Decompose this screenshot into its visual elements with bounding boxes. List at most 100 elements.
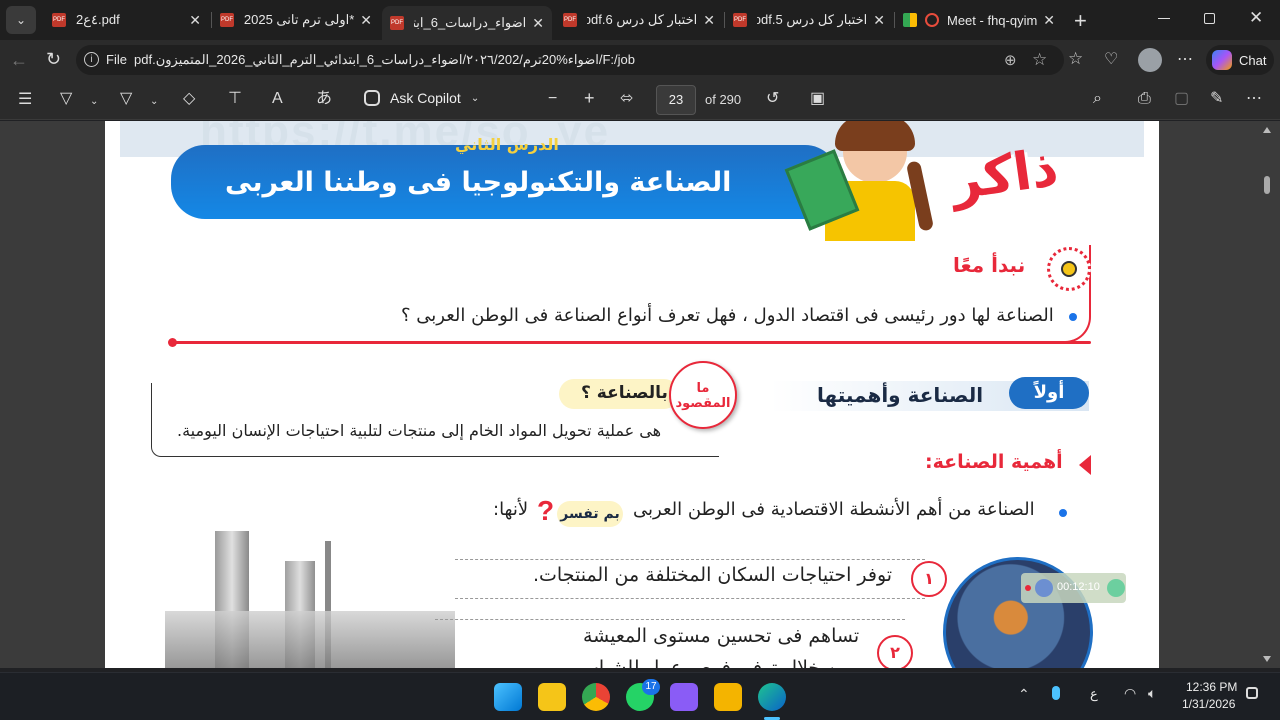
zoom-icon[interactable]: ⊕ bbox=[1004, 51, 1017, 69]
close-window-icon[interactable]: ✕ bbox=[1249, 8, 1263, 28]
divider-line bbox=[171, 341, 1091, 344]
edge-icon[interactable] bbox=[758, 683, 786, 711]
more-menu-icon[interactable]: ⋯ bbox=[1177, 49, 1193, 69]
close-tab-icon[interactable]: ✕ bbox=[703, 12, 715, 29]
favorite-star-icon[interactable]: ☆ bbox=[1032, 50, 1047, 70]
why-badge: بم تفسر bbox=[557, 501, 623, 527]
ask-copilot-button[interactable]: Ask Copilot ⌄ bbox=[364, 90, 479, 106]
meet-icon bbox=[903, 13, 917, 27]
tab-2[interactable]: PDF *اولى ترم تانى 2025.pdf ✕ bbox=[212, 4, 380, 36]
point-2-number: ٢ bbox=[877, 635, 913, 668]
contents-icon[interactable]: ☰ bbox=[18, 92, 32, 108]
pause-icon[interactable] bbox=[1035, 579, 1053, 597]
close-tab-icon[interactable]: ✕ bbox=[873, 12, 885, 29]
copilot-chat-button[interactable]: Chat bbox=[1206, 45, 1274, 75]
restore-icon[interactable] bbox=[1204, 13, 1215, 24]
save-icon[interactable]: ▢ bbox=[1174, 91, 1189, 107]
pdf-file-icon: PDF bbox=[563, 13, 577, 27]
close-tab-icon[interactable]: ✕ bbox=[1043, 12, 1055, 29]
pdf-toolbar: ☰ ▽ ⌄ ▽ ⌄ ◇ ⊤ A あ Ask Copilot ⌄ − + ⬄ 23… bbox=[0, 80, 1280, 120]
snipping-tool-icon[interactable] bbox=[670, 683, 698, 711]
address-toolbar: ← ↻ i File F:/job/اضواء%20ترم/٢٠٢٦/202/ا… bbox=[0, 40, 1280, 80]
recording-overlay[interactable]: 00:12:10 bbox=[1021, 573, 1126, 603]
eraser-icon[interactable]: ◇ bbox=[183, 91, 195, 107]
minimize-icon[interactable] bbox=[1158, 18, 1170, 19]
meaning-question: بالصناعة ؟ bbox=[581, 383, 668, 403]
tab-title: اضواء_دراسات_6_ابتدائ bbox=[414, 15, 527, 30]
page-number-input[interactable]: 23 bbox=[656, 85, 696, 115]
highlight-icon[interactable]: ▽ bbox=[60, 91, 72, 107]
tab-1[interactable]: PDF pdf.٤ع2 ✕ bbox=[44, 4, 209, 36]
chevron-down-icon[interactable]: ⌄ bbox=[90, 94, 98, 110]
file-scheme-label: File bbox=[106, 52, 127, 67]
chevron-down-icon[interactable]: ⌄ bbox=[150, 94, 158, 110]
intro-text: الصناعة لها دور رئيسى فى اقتصاد الدول ، … bbox=[401, 305, 1054, 326]
tab-6-meet[interactable]: Meet - fhq-qyim ✕ bbox=[895, 4, 1063, 36]
clock-time[interactable]: 12:36 PM bbox=[1186, 680, 1237, 694]
close-tab-icon[interactable]: ✕ bbox=[532, 15, 544, 32]
point-1-number: ١ bbox=[911, 561, 947, 597]
address-bar[interactable]: i File F:/job/اضواء%20ترم/٢٠٢٦/202/اضواء… bbox=[76, 45, 1064, 75]
scroll-up-icon[interactable] bbox=[1263, 127, 1271, 133]
back-icon[interactable]: ← bbox=[10, 50, 28, 71]
tab-5[interactable]: PDF اختبار كل درس pdf.5 ✕ bbox=[725, 4, 893, 36]
page-view-icon[interactable]: ▣ bbox=[810, 91, 825, 107]
first-label: أولاً bbox=[1009, 377, 1089, 409]
widgets-icon[interactable] bbox=[538, 683, 566, 711]
meaning-answer: هى عملية تحويل المواد الخام إلى منتجات ل… bbox=[177, 421, 662, 440]
windows-start-icon[interactable] bbox=[494, 683, 522, 711]
close-tab-icon[interactable]: ✕ bbox=[360, 12, 372, 29]
clock-date[interactable]: 1/31/2026 bbox=[1182, 697, 1235, 711]
importance-text: الصناعة من أهم الأنشطة الاقتصادية فى الو… bbox=[633, 499, 1035, 520]
pdf-viewer[interactable]: https://t.me/so_ye الدرس الثاني الصناعة … bbox=[0, 121, 1280, 668]
chevron-down-icon: ⌄ bbox=[470, 92, 480, 104]
show-hidden-icons-icon[interactable]: ⌃ bbox=[1018, 686, 1030, 703]
print-icon[interactable]: ⎙ bbox=[1138, 91, 1151, 107]
point-2-text: تساهم فى تحسين مستوى المعيشة bbox=[583, 625, 860, 647]
microphone-icon[interactable] bbox=[1052, 686, 1060, 700]
importance-end: لأنها: bbox=[493, 499, 529, 520]
page-total: of 290 bbox=[705, 92, 742, 107]
zoom-in-icon[interactable]: + bbox=[584, 89, 595, 107]
chrome-icon[interactable] bbox=[582, 683, 610, 711]
zoom-out-icon[interactable]: − bbox=[548, 91, 557, 107]
save-as-icon[interactable]: ✎ bbox=[1210, 91, 1223, 107]
start-heading: نبدأ معًا bbox=[953, 253, 1026, 277]
translate-icon[interactable]: あ bbox=[316, 91, 332, 107]
favorites-icon[interactable]: ☆ bbox=[1068, 49, 1083, 69]
new-tab-icon[interactable]: + bbox=[1074, 8, 1087, 34]
tab-3-active[interactable]: PDF اضواء_دراسات_6_ابتدائ ✕ bbox=[382, 6, 552, 40]
wifi-icon[interactable]: ◠ bbox=[1124, 685, 1136, 702]
refresh-icon[interactable]: ↻ bbox=[46, 49, 61, 70]
draw-icon[interactable]: ▽ bbox=[120, 91, 132, 107]
section-title: الصناعة وأهميتها bbox=[817, 383, 984, 407]
bullet-dot bbox=[1069, 313, 1077, 321]
notifications-icon[interactable] bbox=[1246, 687, 1258, 699]
stop-icon[interactable] bbox=[1107, 579, 1125, 597]
search-icon[interactable]: ⌕ bbox=[1093, 91, 1102, 107]
tab-title: اختبار كل درس pdf.5 bbox=[757, 12, 868, 27]
tab-title: اختبار كل درس pdf.6 bbox=[587, 12, 698, 27]
scroll-down-icon[interactable] bbox=[1263, 656, 1271, 662]
scrollbar-thumb[interactable] bbox=[1264, 176, 1270, 194]
profile-avatar[interactable] bbox=[1138, 48, 1162, 72]
text-box-icon[interactable]: ⊤ bbox=[228, 91, 242, 107]
tab-actions-menu-icon[interactable]: ⌄ bbox=[6, 6, 36, 34]
close-tab-icon[interactable]: ✕ bbox=[189, 12, 201, 29]
url-text[interactable]: F:/job/اضواء%20ترم/٢٠٢٦/202/اضواء_دراسات… bbox=[134, 52, 694, 68]
read-aloud-icon[interactable]: A bbox=[272, 91, 283, 107]
browser-essentials-icon[interactable]: ♡ bbox=[1104, 49, 1118, 69]
volume-icon[interactable]: 🔈︎ bbox=[1148, 685, 1156, 702]
fit-page-icon[interactable]: ⬄ bbox=[620, 91, 633, 107]
info-icon[interactable]: i bbox=[84, 52, 99, 67]
tab-4[interactable]: PDF اختبار كل درس pdf.6 ✕ bbox=[555, 4, 723, 36]
file-explorer-icon[interactable] bbox=[714, 683, 742, 711]
importance-heading: أهمية الصناعة: bbox=[925, 451, 1063, 473]
more-options-icon[interactable]: ⋯ bbox=[1246, 91, 1262, 107]
rotate-icon[interactable]: ↺ bbox=[766, 91, 779, 107]
pdf-file-icon: PDF bbox=[733, 13, 747, 27]
overlay-timer: 00:12:10 bbox=[1057, 581, 1100, 593]
pdf-page: https://t.me/so_ye الدرس الثاني الصناعة … bbox=[105, 121, 1159, 668]
recording-icon bbox=[925, 13, 939, 27]
input-language[interactable]: ع bbox=[1090, 686, 1098, 702]
